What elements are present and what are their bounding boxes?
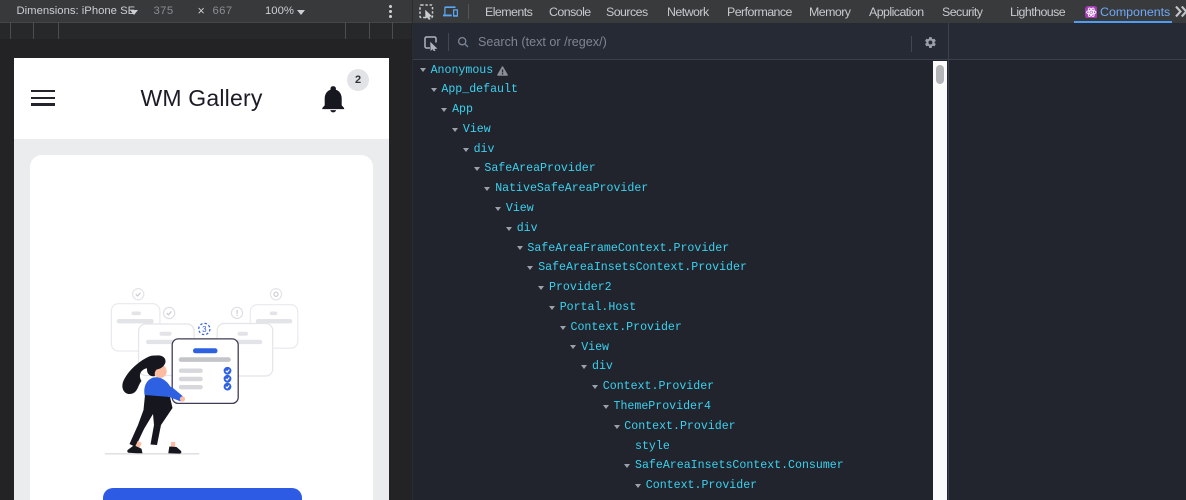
- svg-text:3: 3: [202, 325, 207, 334]
